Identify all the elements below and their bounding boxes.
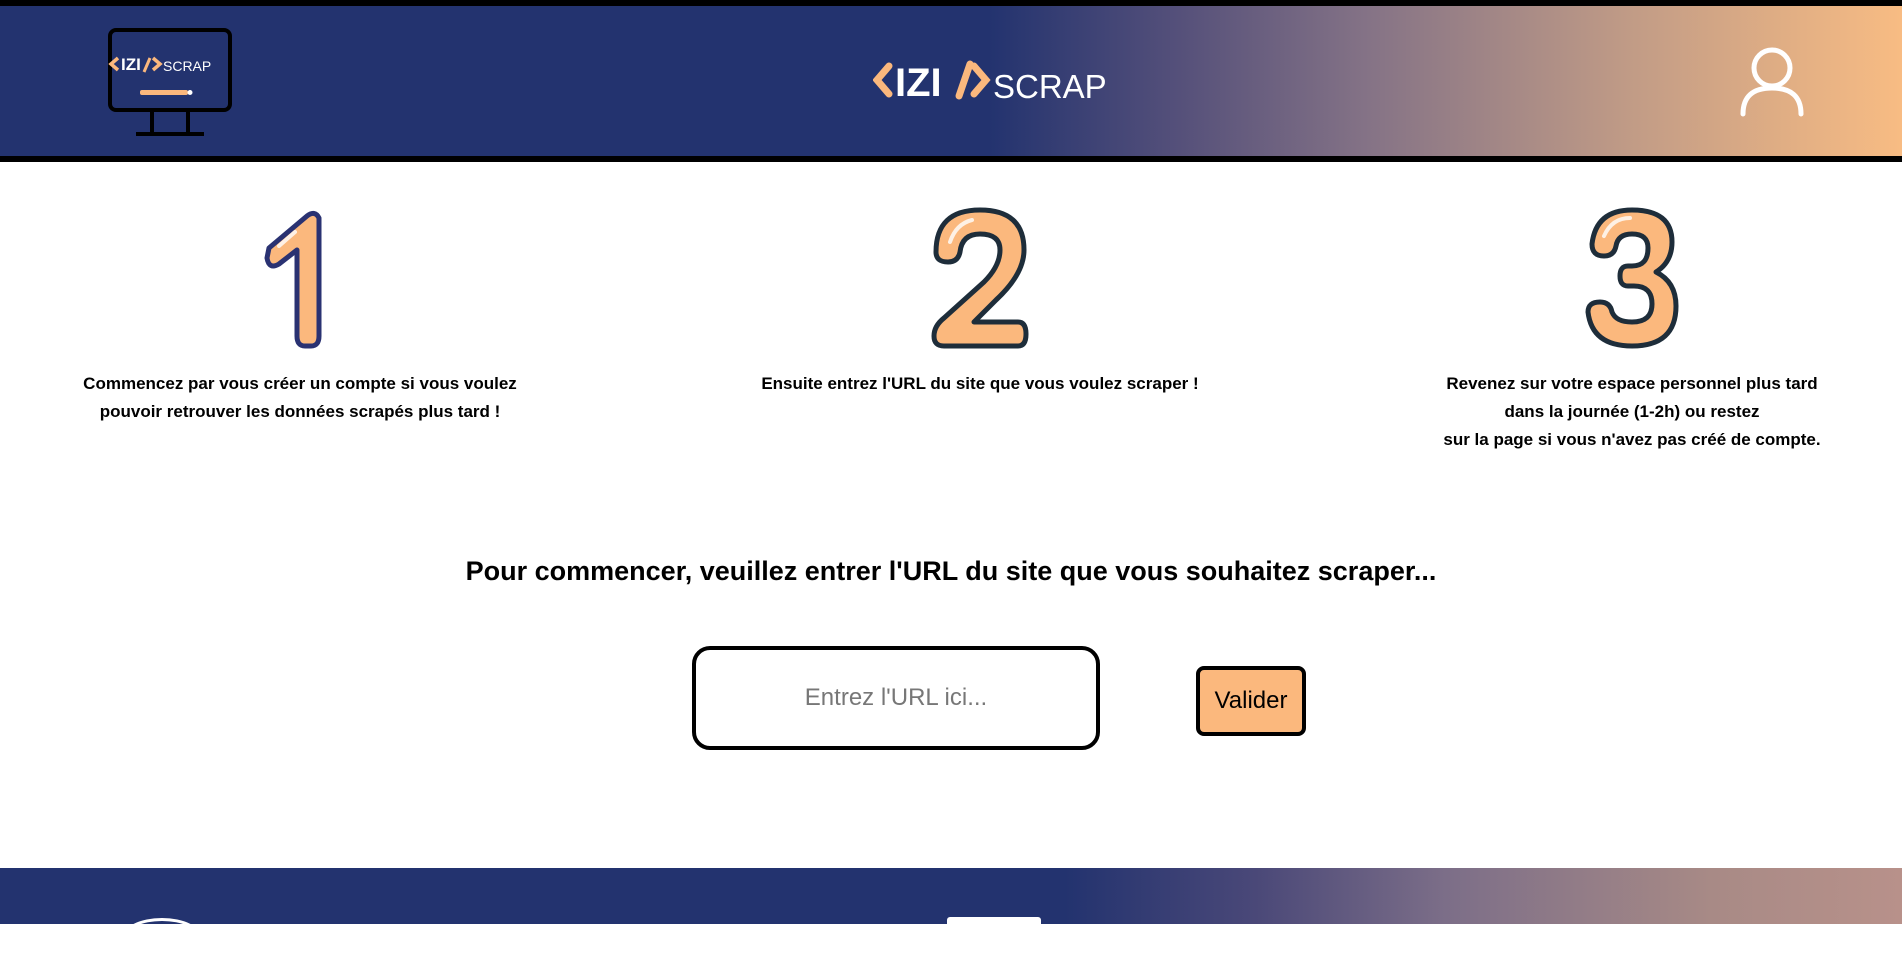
user-account-button[interactable] bbox=[1739, 46, 1805, 118]
number-two-icon bbox=[931, 207, 1029, 349]
number-three-icon bbox=[1585, 207, 1679, 349]
validate-button[interactable]: Valider bbox=[1196, 666, 1306, 736]
step-2-text: Ensuite entrez l'URL du site que vous vo… bbox=[761, 374, 1199, 393]
footer-widget bbox=[947, 917, 1041, 931]
url-input[interactable] bbox=[692, 646, 1100, 750]
site-footer bbox=[0, 868, 1902, 924]
step-3-text: Revenez sur votre espace personnel plus … bbox=[1443, 374, 1821, 449]
monitor-logo-brand: IZI bbox=[121, 55, 141, 74]
instruction-heading: Pour commencer, veuillez entrer l'URL du… bbox=[465, 556, 1437, 586]
site-logo[interactable]: IZI SCRAP bbox=[873, 56, 1105, 104]
footer-logo-icon bbox=[122, 918, 202, 958]
number-one-icon bbox=[264, 210, 322, 349]
site-logo-suffix: SCRAP bbox=[993, 68, 1105, 104]
site-logo-brand: IZI bbox=[895, 61, 942, 104]
header-divider bbox=[0, 156, 1902, 162]
step-1: Commencez par vous créer un compte si vo… bbox=[40, 204, 560, 426]
step-1-text: Commencez par vous créer un compte si vo… bbox=[83, 374, 517, 421]
monitor-logo-icon[interactable]: IZI SCRAP bbox=[104, 26, 236, 140]
user-icon bbox=[1740, 47, 1804, 117]
step-3: Revenez sur votre espace personnel plus … bbox=[1372, 204, 1892, 454]
monitor-logo-suffix: SCRAP bbox=[163, 58, 211, 74]
step-2: Ensuite entrez l'URL du site que vous vo… bbox=[720, 204, 1240, 398]
